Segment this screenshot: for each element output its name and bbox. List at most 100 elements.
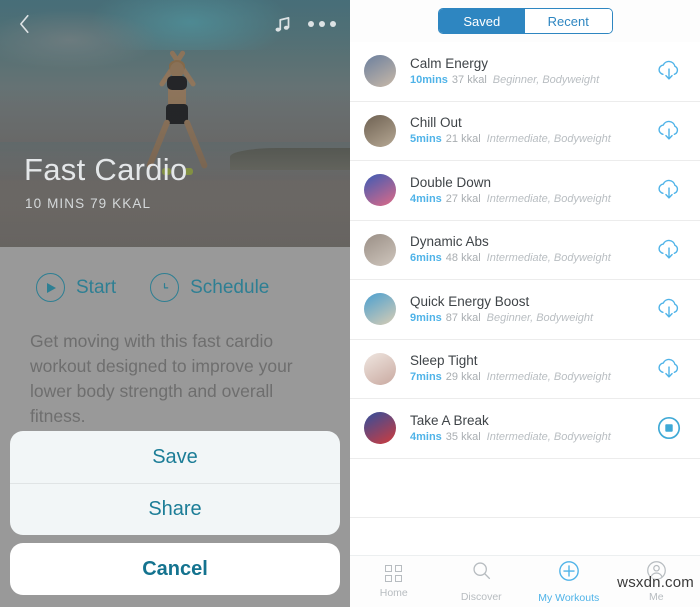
workout-row[interactable]: Sleep Tight 7mins 29 kkal Intermediate, Bo… <box>350 339 700 399</box>
hero-image: Fast Cardio 10 MINS 79 KKAL <box>0 0 350 247</box>
cloud-download-icon[interactable] <box>654 295 684 323</box>
workout-meta: Quick Energy Boost 9mins 87 kkal Beginner,… <box>396 293 654 326</box>
workout-duration: 10mins <box>410 73 448 86</box>
tab-label: Discover <box>460 591 502 603</box>
workout-tags: Intermediate, Bodyweight <box>486 133 611 146</box>
workout-thumbnail <box>364 352 396 385</box>
grid-icon <box>385 564 403 582</box>
workout-title: Double Down <box>410 174 492 190</box>
workout-row[interactable]: Dynamic Abs 6mins 48 kkal Intermediate, Bo… <box>350 220 700 280</box>
workout-tags: Intermediate, Bodyweight <box>486 192 611 205</box>
workout-row[interactable]: Double Down 4mins 27 kkal Intermediate, Bo… <box>350 161 700 221</box>
dot <box>319 21 325 27</box>
workout-calories: 37 kkal <box>451 73 487 86</box>
workout-thumbnail <box>364 233 396 266</box>
workout-meta: Sleep Tight 7mins 29 kkal Intermediate, Bo… <box>396 352 654 385</box>
workout-subtitle: 4mins 27 kkal Intermediate, Bodyweight <box>410 191 654 207</box>
workout-title: Dynamic Abs <box>410 234 489 250</box>
detail-actions: Start Schedule <box>0 247 350 302</box>
music-note-icon[interactable] <box>272 12 294 36</box>
workout-tags: Beginner, Bodyweight <box>492 73 600 86</box>
workout-calories: 29 kkal <box>445 371 481 384</box>
workout-meta: Take A Break 4mins 35 kkal Intermediate, B… <box>396 412 654 445</box>
tab-label: Home <box>379 586 408 599</box>
tab-saved[interactable]: Saved <box>438 9 525 33</box>
play-triangle <box>47 282 56 293</box>
workout-meta: Dynamic Abs 6mins 48 kkal Intermediate, Bo… <box>396 233 654 266</box>
workout-description: Get moving with this fast cardio workout… <box>30 331 293 426</box>
tab-recent[interactable]: Recent <box>525 9 612 33</box>
plus-circle-icon <box>558 560 580 587</box>
clock-icon <box>150 273 180 302</box>
grid-icon <box>385 564 403 582</box>
cloud-download-icon[interactable] <box>654 236 684 264</box>
action-sheet-options: Save Share <box>10 431 340 535</box>
page-title: Fast Cardio <box>24 152 188 187</box>
schedule-label: Schedule <box>190 276 270 298</box>
workout-subtitle: 7mins 29 kkal Intermediate, Bodyweight <box>410 369 654 385</box>
tab-discover[interactable]: Discover <box>438 560 526 603</box>
workout-duration: 9mins <box>410 311 442 324</box>
tab-label: Me <box>648 591 664 603</box>
workout-tags: Intermediate, Bodyweight <box>486 430 611 443</box>
workout-calories: 21 kkal <box>445 133 481 146</box>
workout-subtitle: 10mins 37 kkal Beginner, Bodyweight <box>410 72 654 88</box>
play-icon <box>36 273 65 302</box>
share-option[interactable]: Share <box>10 483 340 535</box>
tab-home[interactable]: Home <box>350 564 438 599</box>
dot <box>330 21 336 27</box>
workout-duration: 6mins <box>410 252 442 265</box>
workout-meta: Double Down 4mins 27 kkal Intermediate, Bo… <box>396 174 654 207</box>
tab-label: My Workouts <box>538 591 600 604</box>
cloud-download-icon[interactable] <box>654 355 684 383</box>
workout-subtitle: 9mins 87 kkal Beginner, Bodyweight <box>410 310 654 326</box>
schedule-button[interactable]: Schedule <box>150 273 269 302</box>
workout-thumbnail <box>364 412 396 445</box>
download-progress-stop-icon[interactable] <box>654 414 684 442</box>
search-icon <box>471 560 492 586</box>
workout-duration: 4mins <box>410 192 442 205</box>
workout-calories: 35 kkal <box>445 430 481 443</box>
workout-detail-panel: Fast Cardio 10 MINS 79 KKAL Start Schedu… <box>0 0 350 607</box>
workout-thumbnail <box>364 114 396 147</box>
workout-duration: 4mins <box>410 430 442 443</box>
workout-row[interactable]: Calm Energy 10mins 37 kkal Beginner, Bodyw… <box>350 42 700 102</box>
workout-subtitle: 5mins 21 kkal Intermediate, Bodyweight <box>410 131 654 147</box>
cloud-download-icon[interactable] <box>654 57 684 85</box>
workout-title: Chill Out <box>410 115 462 131</box>
workout-library-panel: Saved Recent Calm Energy 10mins 37 kkal Be… <box>350 0 700 607</box>
workout-thumbnail <box>364 293 396 326</box>
start-button[interactable]: Start <box>36 273 116 302</box>
workout-title: Sleep Tight <box>410 353 478 369</box>
start-label: Start <box>76 276 117 298</box>
empty-row <box>350 458 700 518</box>
workout-row[interactable]: Take A Break 4mins 35 kkal Intermediate, B… <box>350 399 700 459</box>
cancel-button[interactable]: Cancel <box>10 543 340 595</box>
workout-title: Quick Energy Boost <box>410 293 530 309</box>
workout-meta: Calm Energy 10mins 37 kkal Beginner, Bodyw… <box>396 55 654 88</box>
workout-calories: 87 kkal <box>445 311 481 324</box>
cloud-download-icon[interactable] <box>654 176 684 204</box>
workout-duration: 5mins <box>410 133 442 146</box>
cloud-download-icon[interactable] <box>654 117 684 145</box>
workout-tags: Intermediate, Bodyweight <box>486 252 611 265</box>
workout-row[interactable]: Chill Out 5mins 21 kkal Intermediate, Body… <box>350 101 700 161</box>
segmented-control: Saved Recent <box>437 8 613 34</box>
dot <box>308 21 314 27</box>
workout-stats: 10 MINS 79 KKAL <box>25 196 152 211</box>
workout-tags: Beginner, Bodyweight <box>486 311 594 324</box>
save-option[interactable]: Save <box>10 431 340 483</box>
app-root: Fast Cardio 10 MINS 79 KKAL Start Schedu… <box>0 0 700 607</box>
workout-row[interactable]: Quick Energy Boost 9mins 87 kkal Beginner,… <box>350 280 700 340</box>
workout-thumbnail <box>364 174 396 207</box>
workout-meta: Chill Out 5mins 21 kkal Intermediate, Body… <box>396 114 654 147</box>
workout-subtitle: 6mins 48 kkal Intermediate, Bodyweight <box>410 250 654 266</box>
back-icon[interactable] <box>14 10 36 38</box>
segmented-control-bar: Saved Recent <box>350 0 700 42</box>
workout-subtitle: 4mins 35 kkal Intermediate, Bodyweight <box>410 429 654 445</box>
workout-tags: Intermediate, Bodyweight <box>486 371 611 384</box>
ellipsis-icon[interactable] <box>308 21 336 27</box>
hero-toolbar <box>0 0 350 48</box>
tab-my-workouts[interactable]: My Workouts <box>525 560 613 604</box>
workout-title: Take A Break <box>410 412 489 428</box>
